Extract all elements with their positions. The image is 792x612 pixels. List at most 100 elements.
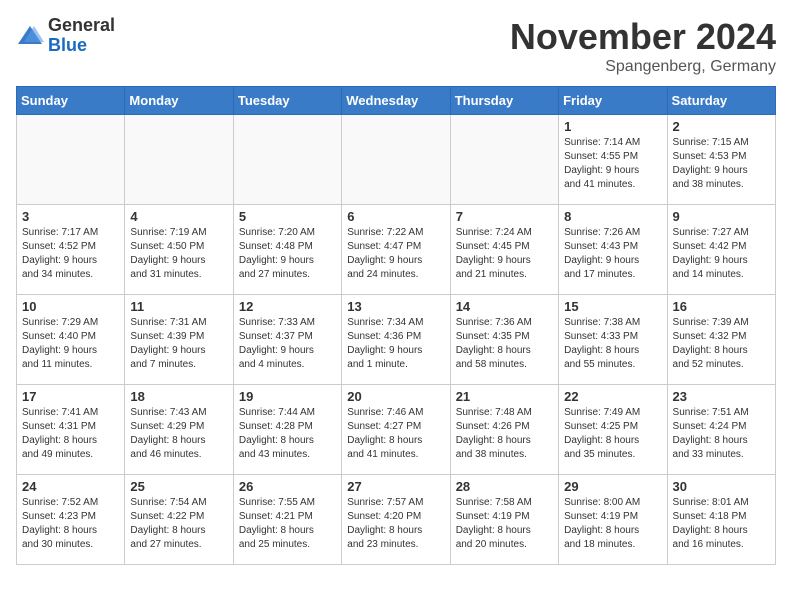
- calendar-week-row: 1Sunrise: 7:14 AM Sunset: 4:55 PM Daylig…: [17, 115, 776, 205]
- logo-general-text: General: [48, 16, 115, 36]
- day-info: Sunrise: 7:38 AM Sunset: 4:33 PM Dayligh…: [564, 316, 661, 372]
- day-info: Sunrise: 7:19 AM Sunset: 4:50 PM Dayligh…: [130, 226, 227, 282]
- day-info: Sunrise: 8:01 AM Sunset: 4:18 PM Dayligh…: [673, 496, 770, 552]
- weekday-header: Monday: [125, 87, 233, 115]
- day-number: 12: [239, 299, 336, 314]
- day-number: 21: [456, 389, 553, 404]
- day-number: 23: [673, 389, 770, 404]
- day-info: Sunrise: 7:27 AM Sunset: 4:42 PM Dayligh…: [673, 226, 770, 282]
- day-info: Sunrise: 7:51 AM Sunset: 4:24 PM Dayligh…: [673, 406, 770, 462]
- day-info: Sunrise: 7:22 AM Sunset: 4:47 PM Dayligh…: [347, 226, 444, 282]
- calendar-day-cell: 15 Sunrise: 7:38 AM Sunset: 4:33 PM Dayli…: [559, 295, 667, 385]
- calendar-day-cell: [17, 115, 125, 205]
- calendar-day-cell: 14Sunrise: 7:36 AM Sunset: 4:35 PM Dayli…: [450, 295, 558, 385]
- calendar-day-cell: 9 Sunrise: 7:27 AM Sunset: 4:42 PM Daylig…: [667, 205, 775, 295]
- calendar-day-cell: 2 Sunrise: 7:15 AM Sunset: 4:53 PM Daylig…: [667, 115, 775, 205]
- calendar-day-cell: 5Sunrise: 7:20 AM Sunset: 4:48 PM Daylig…: [233, 205, 341, 295]
- calendar-day-cell: 3Sunrise: 7:17 AM Sunset: 4:52 PM Daylig…: [17, 205, 125, 295]
- calendar-day-cell: [125, 115, 233, 205]
- day-info: Sunrise: 7:54 AM Sunset: 4:22 PM Dayligh…: [130, 496, 227, 552]
- calendar-day-cell: 26 Sunrise: 7:55 AM Sunset: 4:21 PM Dayli…: [233, 475, 341, 565]
- calendar-day-cell: 18 Sunrise: 7:43 AM Sunset: 4:29 PM Dayli…: [125, 385, 233, 475]
- day-number: 17: [22, 389, 119, 404]
- calendar-week-row: 3Sunrise: 7:17 AM Sunset: 4:52 PM Daylig…: [17, 205, 776, 295]
- day-info: Sunrise: 7:55 AM Sunset: 4:21 PM Dayligh…: [239, 496, 336, 552]
- day-info: Sunrise: 7:57 AM Sunset: 4:20 PM Dayligh…: [347, 496, 444, 552]
- logo: General Blue: [16, 16, 115, 56]
- location-text: Spangenberg, Germany: [510, 58, 776, 76]
- day-info: Sunrise: 7:29 AM Sunset: 4:40 PM Dayligh…: [22, 316, 119, 372]
- day-number: 30: [673, 479, 770, 494]
- calendar-day-cell: 12 Sunrise: 7:33 AM Sunset: 4:37 PM Dayli…: [233, 295, 341, 385]
- day-number: 6: [347, 209, 444, 224]
- day-number: 2: [673, 119, 770, 134]
- day-info: Sunrise: 7:58 AM Sunset: 4:19 PM Dayligh…: [456, 496, 553, 552]
- logo-icon: [16, 22, 44, 50]
- calendar-day-cell: 29Sunrise: 8:00 AM Sunset: 4:19 PM Dayli…: [559, 475, 667, 565]
- day-number: 26: [239, 479, 336, 494]
- calendar-day-cell: 30 Sunrise: 8:01 AM Sunset: 4:18 PM Dayli…: [667, 475, 775, 565]
- weekday-header: Saturday: [667, 87, 775, 115]
- day-number: 10: [22, 299, 119, 314]
- calendar-day-cell: 17 Sunrise: 7:41 AM Sunset: 4:31 PM Dayli…: [17, 385, 125, 475]
- day-number: 24: [22, 479, 119, 494]
- calendar-day-cell: 24 Sunrise: 7:52 AM Sunset: 4:23 PM Dayli…: [17, 475, 125, 565]
- day-info: Sunrise: 7:43 AM Sunset: 4:29 PM Dayligh…: [130, 406, 227, 462]
- day-info: Sunrise: 7:41 AM Sunset: 4:31 PM Dayligh…: [22, 406, 119, 462]
- day-number: 8: [564, 209, 661, 224]
- weekday-header: Wednesday: [342, 87, 450, 115]
- calendar-day-cell: 8 Sunrise: 7:26 AM Sunset: 4:43 PM Daylig…: [559, 205, 667, 295]
- day-info: Sunrise: 7:46 AM Sunset: 4:27 PM Dayligh…: [347, 406, 444, 462]
- calendar-day-cell: 1Sunrise: 7:14 AM Sunset: 4:55 PM Daylig…: [559, 115, 667, 205]
- calendar-day-cell: 20 Sunrise: 7:46 AM Sunset: 4:27 PM Dayli…: [342, 385, 450, 475]
- day-number: 25: [130, 479, 227, 494]
- day-number: 7: [456, 209, 553, 224]
- day-info: Sunrise: 7:15 AM Sunset: 4:53 PM Dayligh…: [673, 136, 770, 192]
- calendar-day-cell: 4 Sunrise: 7:19 AM Sunset: 4:50 PM Daylig…: [125, 205, 233, 295]
- calendar-day-cell: 23 Sunrise: 7:51 AM Sunset: 4:24 PM Dayli…: [667, 385, 775, 475]
- day-info: Sunrise: 8:00 AM Sunset: 4:19 PM Dayligh…: [564, 496, 661, 552]
- calendar-week-row: 17 Sunrise: 7:41 AM Sunset: 4:31 PM Dayli…: [17, 385, 776, 475]
- day-number: 15: [564, 299, 661, 314]
- calendar-day-cell: 6 Sunrise: 7:22 AM Sunset: 4:47 PM Daylig…: [342, 205, 450, 295]
- weekday-header: Thursday: [450, 87, 558, 115]
- day-info: Sunrise: 7:14 AM Sunset: 4:55 PM Dayligh…: [564, 136, 661, 192]
- logo-blue-text: Blue: [48, 36, 115, 56]
- weekday-header: Sunday: [17, 87, 125, 115]
- day-number: 4: [130, 209, 227, 224]
- calendar-day-cell: 13 Sunrise: 7:34 AM Sunset: 4:36 PM Dayli…: [342, 295, 450, 385]
- day-number: 22: [564, 389, 661, 404]
- day-number: 20: [347, 389, 444, 404]
- day-info: Sunrise: 7:24 AM Sunset: 4:45 PM Dayligh…: [456, 226, 553, 282]
- day-number: 16: [673, 299, 770, 314]
- day-info: Sunrise: 7:34 AM Sunset: 4:36 PM Dayligh…: [347, 316, 444, 372]
- day-info: Sunrise: 7:48 AM Sunset: 4:26 PM Dayligh…: [456, 406, 553, 462]
- day-info: Sunrise: 7:31 AM Sunset: 4:39 PM Dayligh…: [130, 316, 227, 372]
- day-number: 27: [347, 479, 444, 494]
- day-number: 14: [456, 299, 553, 314]
- day-info: Sunrise: 7:52 AM Sunset: 4:23 PM Dayligh…: [22, 496, 119, 552]
- day-info: Sunrise: 7:33 AM Sunset: 4:37 PM Dayligh…: [239, 316, 336, 372]
- calendar-day-cell: 21 Sunrise: 7:48 AM Sunset: 4:26 PM Dayli…: [450, 385, 558, 475]
- day-info: Sunrise: 7:44 AM Sunset: 4:28 PM Dayligh…: [239, 406, 336, 462]
- calendar-day-cell: 25 Sunrise: 7:54 AM Sunset: 4:22 PM Dayli…: [125, 475, 233, 565]
- day-info: Sunrise: 7:39 AM Sunset: 4:32 PM Dayligh…: [673, 316, 770, 372]
- month-title: November 2024: [510, 16, 776, 58]
- day-number: 3: [22, 209, 119, 224]
- calendar-day-cell: 22Sunrise: 7:49 AM Sunset: 4:25 PM Dayli…: [559, 385, 667, 475]
- calendar-day-cell: 28Sunrise: 7:58 AM Sunset: 4:19 PM Dayli…: [450, 475, 558, 565]
- calendar-week-row: 24 Sunrise: 7:52 AM Sunset: 4:23 PM Dayli…: [17, 475, 776, 565]
- calendar-day-cell: 16 Sunrise: 7:39 AM Sunset: 4:32 PM Dayli…: [667, 295, 775, 385]
- calendar-day-cell: [233, 115, 341, 205]
- day-number: 13: [347, 299, 444, 314]
- calendar-header-row: SundayMondayTuesdayWednesdayThursdayFrid…: [17, 87, 776, 115]
- day-number: 11: [130, 299, 227, 314]
- day-info: Sunrise: 7:26 AM Sunset: 4:43 PM Dayligh…: [564, 226, 661, 282]
- day-number: 18: [130, 389, 227, 404]
- calendar-day-cell: [450, 115, 558, 205]
- day-number: 9: [673, 209, 770, 224]
- day-info: Sunrise: 7:20 AM Sunset: 4:48 PM Dayligh…: [239, 226, 336, 282]
- calendar-day-cell: 10 Sunrise: 7:29 AM Sunset: 4:40 PM Dayli…: [17, 295, 125, 385]
- calendar-week-row: 10 Sunrise: 7:29 AM Sunset: 4:40 PM Dayli…: [17, 295, 776, 385]
- title-block: November 2024 Spangenberg, Germany: [510, 16, 776, 76]
